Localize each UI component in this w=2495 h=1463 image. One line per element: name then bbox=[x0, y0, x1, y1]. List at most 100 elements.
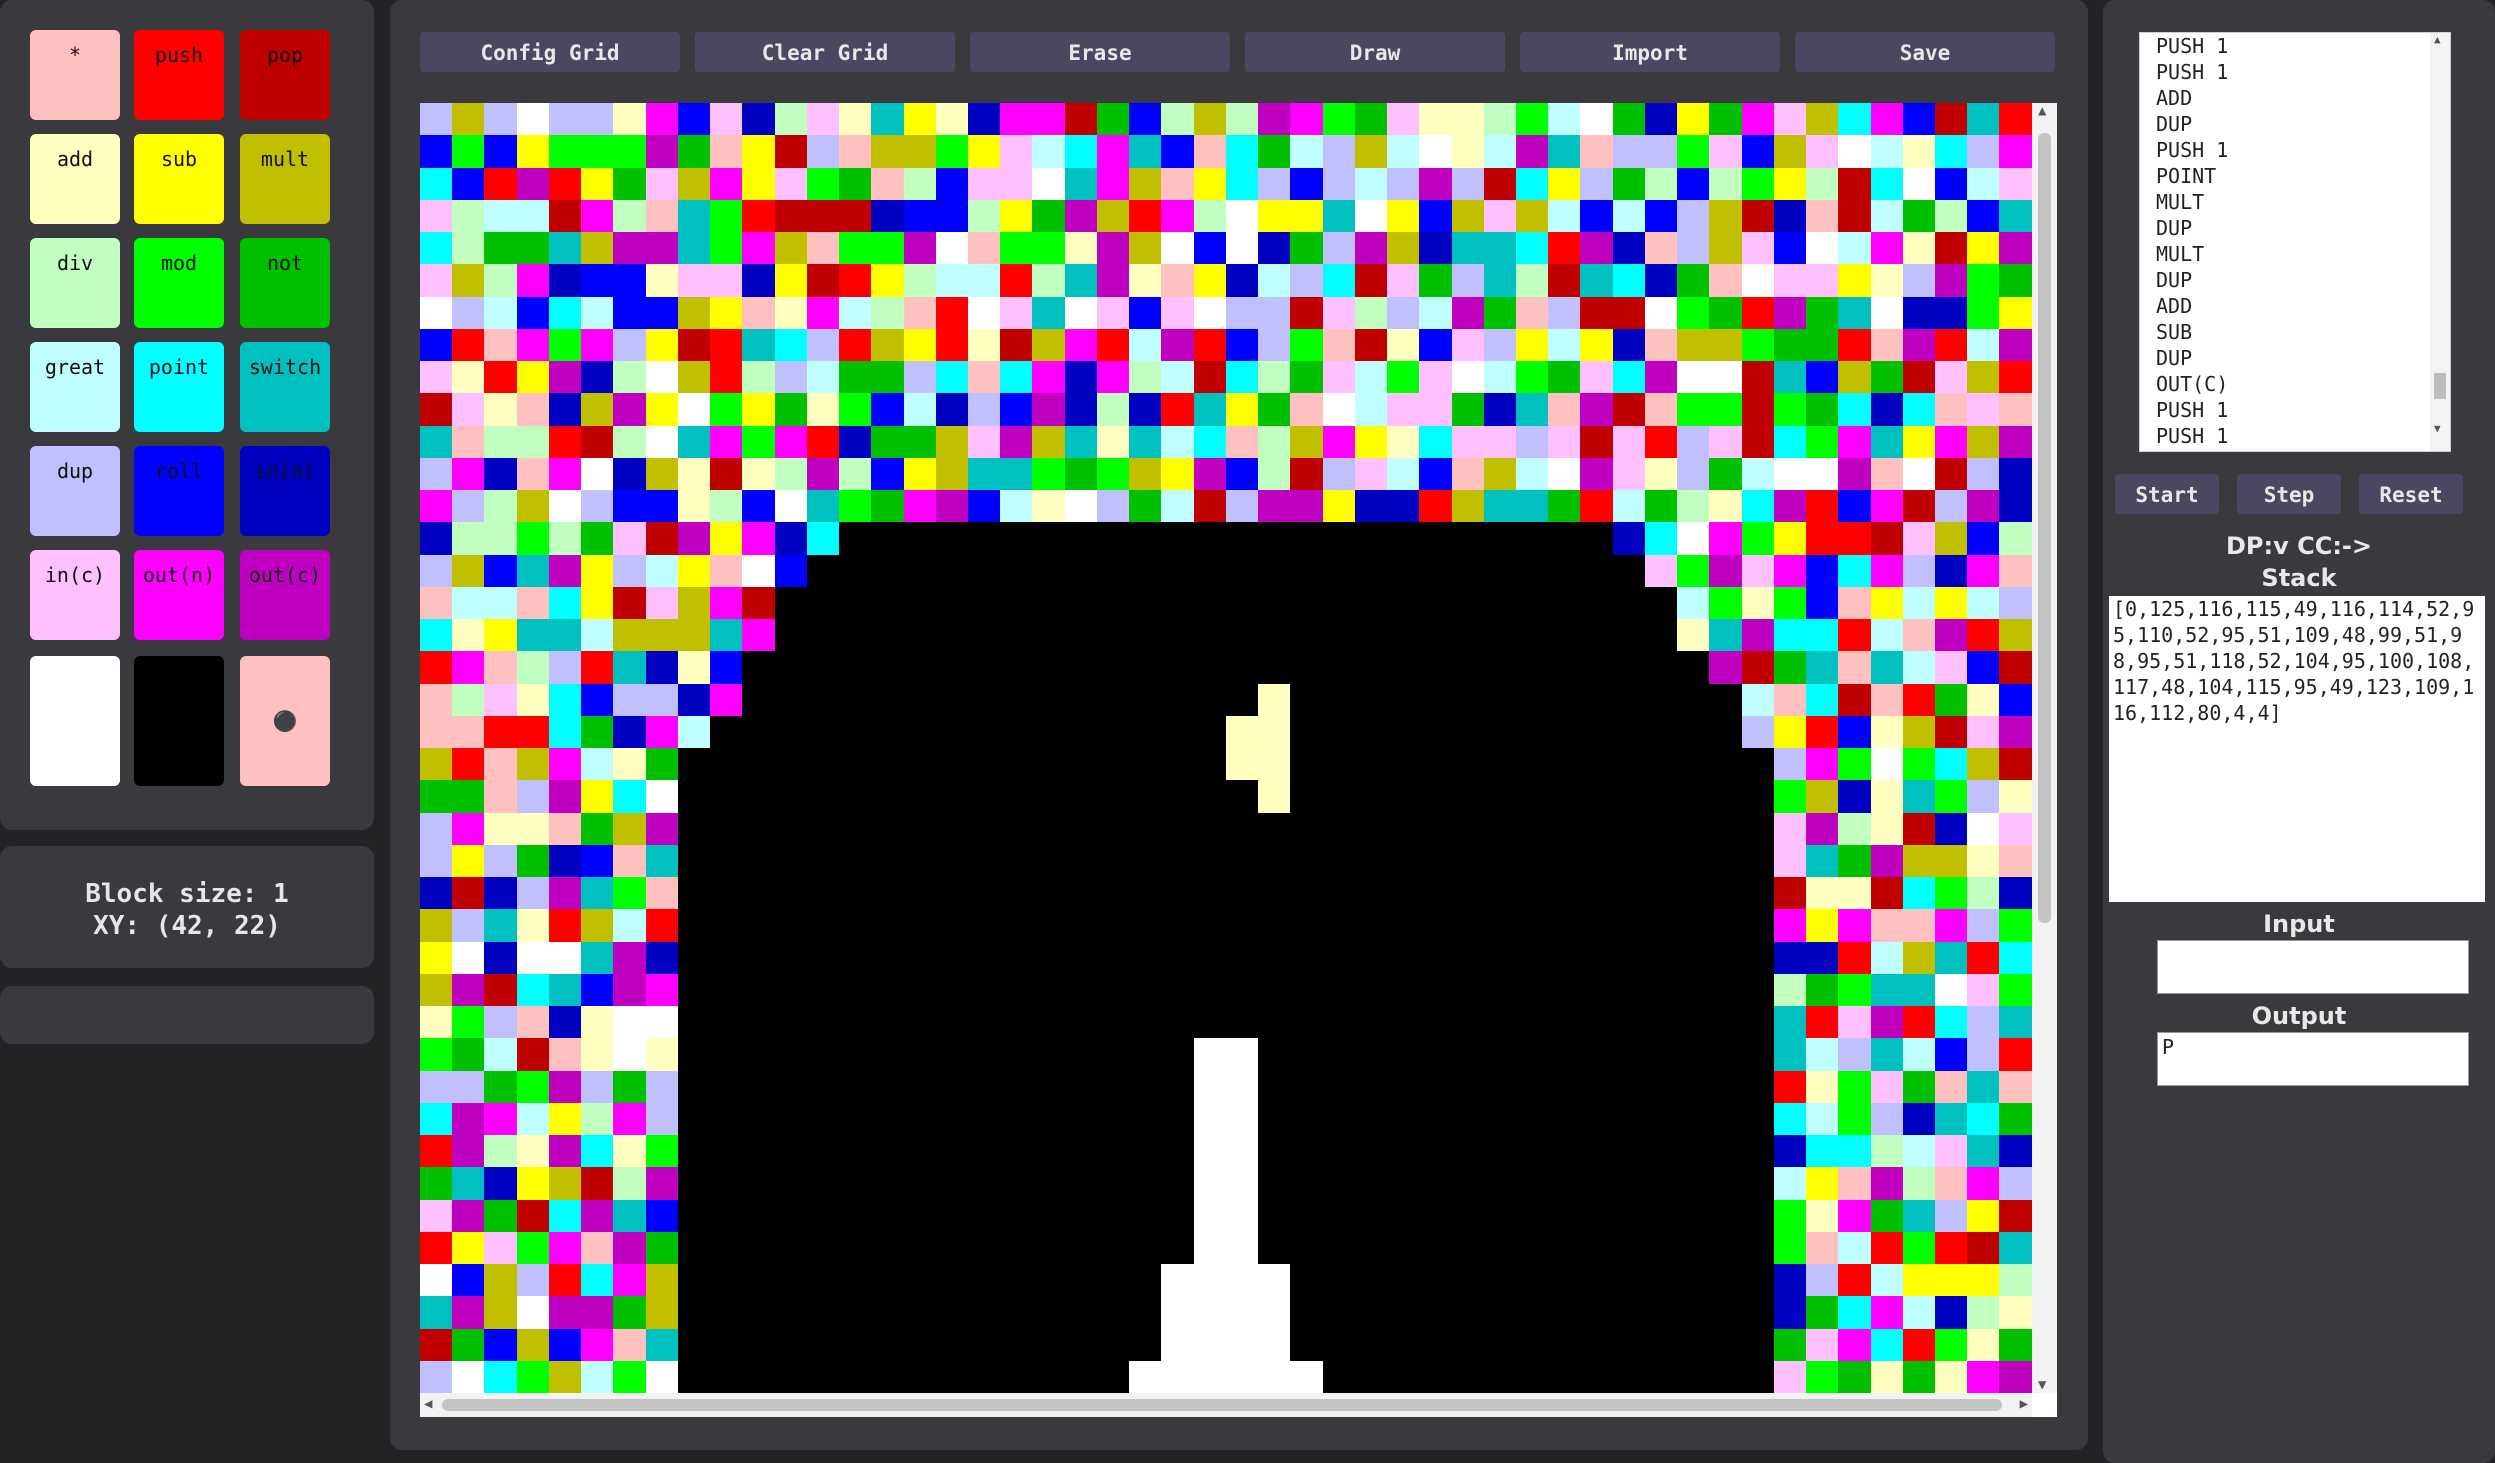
grid-cell[interactable] bbox=[710, 393, 743, 426]
grid-cell[interactable] bbox=[1129, 877, 1162, 910]
grid-cell[interactable] bbox=[967, 1102, 1001, 1135]
grid-cell[interactable] bbox=[903, 941, 936, 974]
grid-cell[interactable] bbox=[1580, 1328, 1613, 1361]
grid-cell[interactable] bbox=[871, 683, 904, 716]
grid-cell[interactable] bbox=[1838, 877, 1871, 910]
grid-cell[interactable] bbox=[420, 651, 453, 684]
grid-cell[interactable] bbox=[581, 1135, 614, 1168]
grid-cell[interactable] bbox=[1064, 1135, 1097, 1168]
palette-button-dup[interactable]: dup bbox=[30, 446, 120, 536]
grid-cell[interactable] bbox=[1322, 909, 1355, 942]
grid-cell[interactable] bbox=[1064, 909, 1097, 942]
grid-cell[interactable] bbox=[1225, 1199, 1259, 1232]
grid-cell[interactable] bbox=[1322, 199, 1355, 232]
grid-cell[interactable] bbox=[774, 812, 807, 845]
grid-cell[interactable] bbox=[1548, 199, 1581, 232]
grid-cell[interactable] bbox=[1967, 328, 2000, 361]
grid-cell[interactable] bbox=[1677, 651, 1710, 684]
grid-cell[interactable] bbox=[1483, 1038, 1516, 1071]
grid-cell[interactable] bbox=[1258, 522, 1291, 555]
grid-cell[interactable] bbox=[1000, 393, 1033, 426]
grid-cell[interactable] bbox=[1161, 1231, 1194, 1264]
grid-cell[interactable] bbox=[1580, 554, 1613, 587]
grid-cell[interactable] bbox=[1225, 1006, 1259, 1039]
grid-cell[interactable] bbox=[1806, 554, 1839, 587]
grid-cell[interactable] bbox=[1129, 1231, 1162, 1264]
grid-cell[interactable] bbox=[710, 877, 743, 910]
grid-cell[interactable] bbox=[1451, 1360, 1484, 1393]
grid-cell[interactable] bbox=[1193, 651, 1226, 684]
grid-cell[interactable] bbox=[420, 1135, 453, 1168]
grid-cell[interactable] bbox=[1806, 1199, 1839, 1232]
grid-cell[interactable] bbox=[420, 1296, 453, 1329]
palette-button-[interactable]: * bbox=[30, 30, 120, 120]
grid-cell[interactable] bbox=[1902, 844, 1936, 877]
grid-cell[interactable] bbox=[1580, 973, 1613, 1006]
grid-cell[interactable] bbox=[1548, 167, 1581, 200]
grid-cell[interactable] bbox=[1290, 199, 1323, 232]
grid-cell[interactable] bbox=[1419, 877, 1452, 910]
grid-cell[interactable] bbox=[1999, 1135, 2032, 1168]
grid-cell[interactable] bbox=[1483, 1006, 1516, 1039]
grid-cell[interactable] bbox=[548, 877, 582, 910]
grid-cell[interactable] bbox=[1870, 1135, 1903, 1168]
grid-cell[interactable] bbox=[1838, 844, 1871, 877]
grid-cell[interactable] bbox=[420, 619, 453, 652]
grid-cell[interactable] bbox=[677, 909, 711, 942]
grid-cell[interactable] bbox=[1999, 683, 2032, 716]
grid-cell[interactable] bbox=[613, 103, 646, 136]
grid-cell[interactable] bbox=[1870, 1167, 1903, 1200]
grid-cell[interactable] bbox=[581, 167, 614, 200]
grid-cell[interactable] bbox=[484, 361, 517, 394]
grid-cell[interactable] bbox=[1000, 715, 1033, 748]
grid-cell[interactable] bbox=[1419, 1038, 1452, 1071]
grid-cell[interactable] bbox=[1032, 1231, 1065, 1264]
grid-cell[interactable] bbox=[1644, 103, 1678, 136]
clear-grid-button[interactable]: Clear Grid bbox=[695, 32, 955, 72]
palette-fill-button[interactable]: ⚫ bbox=[240, 656, 330, 786]
grid-cell[interactable] bbox=[581, 1038, 614, 1071]
grid-cell[interactable] bbox=[1096, 844, 1130, 877]
grid-cell[interactable] bbox=[774, 328, 807, 361]
scroll-up-icon[interactable]: ▲ bbox=[2434, 33, 2441, 46]
grid-cell[interactable] bbox=[806, 748, 840, 781]
grid-cell[interactable] bbox=[1741, 812, 1774, 845]
grid-cell[interactable] bbox=[516, 1135, 549, 1168]
grid-cell[interactable] bbox=[1451, 877, 1484, 910]
grid-cell[interactable] bbox=[1096, 361, 1130, 394]
grid-cell[interactable] bbox=[1129, 554, 1162, 587]
grid-cell[interactable] bbox=[806, 103, 840, 136]
grid-cell[interactable] bbox=[1225, 1070, 1259, 1103]
grid-cell[interactable] bbox=[1806, 393, 1839, 426]
grid-cell[interactable] bbox=[1548, 361, 1581, 394]
grid-cell[interactable] bbox=[420, 973, 453, 1006]
grid-cell[interactable] bbox=[1870, 973, 1903, 1006]
grid-cell[interactable] bbox=[774, 1038, 807, 1071]
grid-cell[interactable] bbox=[1806, 457, 1839, 490]
grid-cell[interactable] bbox=[1451, 1167, 1484, 1200]
grid-cell[interactable] bbox=[742, 361, 775, 394]
grid-cell[interactable] bbox=[1064, 1006, 1097, 1039]
grid-cell[interactable] bbox=[452, 393, 485, 426]
grid-cell[interactable] bbox=[484, 1328, 517, 1361]
grid-cell[interactable] bbox=[1225, 619, 1259, 652]
grid-cell[interactable] bbox=[1032, 715, 1065, 748]
grid-cell[interactable] bbox=[1773, 199, 1807, 232]
grid-cell[interactable] bbox=[452, 1328, 485, 1361]
grid-cell[interactable] bbox=[484, 651, 517, 684]
grid-cell[interactable] bbox=[1935, 941, 1968, 974]
grid-cell[interactable] bbox=[1096, 1102, 1130, 1135]
grid-cell[interactable] bbox=[1419, 748, 1452, 781]
grid-cell[interactable] bbox=[1677, 941, 1710, 974]
grid-cell[interactable] bbox=[1677, 1296, 1710, 1329]
grid-cell[interactable] bbox=[1000, 1070, 1033, 1103]
grid-cell[interactable] bbox=[1806, 1038, 1839, 1071]
grid-cell[interactable] bbox=[677, 1006, 711, 1039]
grid-cell[interactable] bbox=[1161, 1102, 1194, 1135]
grid-cell[interactable] bbox=[1644, 1231, 1678, 1264]
grid-cell[interactable] bbox=[613, 232, 646, 265]
grid-cell[interactable] bbox=[839, 393, 872, 426]
grid-cell[interactable] bbox=[839, 1264, 872, 1297]
grid-cell[interactable] bbox=[1290, 328, 1323, 361]
grid-cell[interactable] bbox=[1677, 1006, 1710, 1039]
